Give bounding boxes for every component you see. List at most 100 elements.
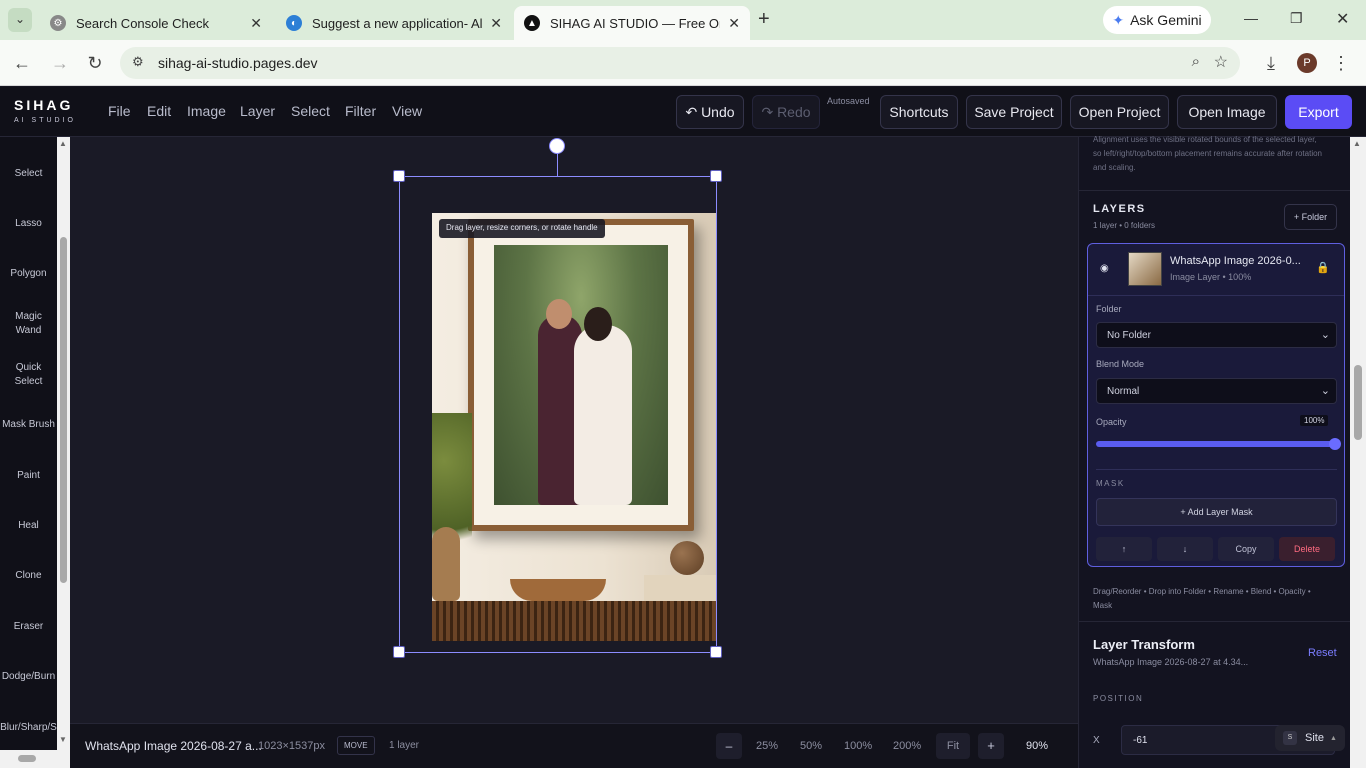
browser-tab-strip: ⌄ ⚙ Search Console Check ✕ ◐ Suggest a n… <box>0 0 1366 40</box>
resize-handle-tr[interactable] <box>710 170 722 182</box>
close-window-icon[interactable]: ✕ <box>1336 9 1349 29</box>
scroll-up-arrow-icon[interactable]: ▲ <box>59 139 67 148</box>
transform-layer-name: WhatsApp Image 2026-08-27 at 4.34... <box>1093 657 1249 667</box>
menu-filter[interactable]: Filter <box>345 103 376 119</box>
tool-lasso[interactable]: Lasso <box>0 217 57 231</box>
tool-polygon[interactable]: Polygon <box>0 267 57 281</box>
layer-meta: Image Layer • 100% <box>1170 272 1252 282</box>
layer-item[interactable]: ◉ WhatsApp Image 2026-0... Image Layer •… <box>1087 243 1345 567</box>
forward-arrow-icon[interactable]: → <box>48 51 72 75</box>
tab-sihag-studio[interactable]: ▲ SIHAG AI STUDIO — Free Online ✕ <box>514 6 750 40</box>
open-project-button[interactable]: Open Project <box>1070 95 1169 129</box>
align-note: Alignment uses the visible rotated bound… <box>1093 135 1323 172</box>
hscroll-thumb[interactable] <box>18 755 36 762</box>
new-tab-icon[interactable]: + <box>758 8 770 31</box>
zoom-100-button[interactable]: 100% <box>844 740 872 752</box>
minimize-icon[interactable]: — <box>1244 10 1258 26</box>
menu-view[interactable]: View <box>392 103 422 119</box>
add-folder-button[interactable]: + Folder <box>1284 204 1337 230</box>
profile-avatar[interactable]: P <box>1297 53 1317 73</box>
ask-gemini-button[interactable]: ✦ Ask Gemini <box>1103 6 1211 34</box>
blend-select[interactable]: Normal ⌄ <box>1096 378 1337 404</box>
zoom-out-button[interactable]: – <box>716 733 742 759</box>
transform-reset-button[interactable]: Reset <box>1308 647 1337 659</box>
reload-icon[interactable]: ↻ <box>83 51 107 75</box>
canvas-area[interactable]: Drag layer, resize corners, or rotate ha… <box>70 137 1078 723</box>
rotate-handle[interactable] <box>549 138 565 154</box>
move-layer-up-button[interactable]: ↑ <box>1096 537 1152 561</box>
tab-search-console[interactable]: ⚙ Search Console Check ✕ <box>40 6 272 40</box>
kebab-menu-icon[interactable]: ⋮ <box>1329 51 1353 75</box>
tool-select[interactable]: Select <box>0 167 57 181</box>
menu-layer[interactable]: Layer <box>240 103 275 119</box>
scroll-thumb[interactable] <box>60 237 67 583</box>
scroll-thumb[interactable] <box>1354 365 1362 440</box>
tool-hscrollbar[interactable] <box>0 750 70 768</box>
bookmark-star-icon[interactable]: ☆ <box>1214 52 1228 72</box>
tool-scrollbar[interactable]: ▲ ▼ <box>57 137 70 750</box>
menu-file[interactable]: File <box>108 103 131 119</box>
site-widget[interactable]: S Site ▲ <box>1275 725 1345 751</box>
tool-blur-sharp[interactable]: Blur/Sharp/S <box>0 721 57 735</box>
delete-layer-button[interactable]: Delete <box>1279 537 1335 561</box>
folder-value: No Folder <box>1107 330 1151 341</box>
menu-image[interactable]: Image <box>187 103 226 119</box>
layers-title: LAYERS <box>1093 203 1146 215</box>
shortcuts-button[interactable]: Shortcuts <box>880 95 958 129</box>
zoom-in-button[interactable]: + <box>978 733 1004 759</box>
folder-select[interactable]: No Folder ⌄ <box>1096 322 1337 348</box>
undo-button[interactable]: ↶ Undo <box>676 95 744 129</box>
layer-name[interactable]: WhatsApp Image 2026-0... <box>1170 255 1301 267</box>
lock-icon[interactable]: 🔒 <box>1316 261 1330 274</box>
app-logo-sub: AI STUDIO <box>14 117 77 124</box>
app-header: SIHAG AI STUDIO File Edit Image Layer Se… <box>0 87 1366 137</box>
tab-suggest-app[interactable]: ◐ Suggest a new application- Alte ✕ <box>276 6 512 40</box>
scroll-up-arrow-icon[interactable]: ▲ <box>1353 139 1361 148</box>
x-value: -61 <box>1133 735 1148 746</box>
divider <box>1079 190 1351 191</box>
address-bar[interactable]: ⚙ sihag-ai-studio.pages.dev ⌕ ☆ <box>120 47 1240 79</box>
tool-mask-brush[interactable]: Mask Brush <box>0 418 57 432</box>
tool-paint[interactable]: Paint <box>0 469 57 483</box>
status-filename: WhatsApp Image 2026-08-27 a... <box>85 739 262 753</box>
tab-list-button[interactable]: ⌄ <box>8 8 32 32</box>
menu-select[interactable]: Select <box>291 103 330 119</box>
close-tab-icon[interactable]: ✕ <box>728 15 740 32</box>
zoom-fit-button[interactable]: Fit <box>936 733 970 759</box>
tool-heal[interactable]: Heal <box>0 519 57 533</box>
layer-thumbnail <box>1128 252 1162 286</box>
tool-magic-wand[interactable]: Magic Wand <box>0 310 57 338</box>
resize-handle-bl[interactable] <box>393 646 405 658</box>
resize-handle-tl[interactable] <box>393 170 405 182</box>
move-layer-down-button[interactable]: ↓ <box>1157 537 1213 561</box>
close-tab-icon[interactable]: ✕ <box>250 15 262 32</box>
download-icon[interactable]: ⤓ <box>1259 51 1283 75</box>
site-info-icon[interactable]: ⚙ <box>132 54 144 70</box>
zoom-icon[interactable]: ⌕ <box>1192 53 1200 70</box>
copy-layer-button[interactable]: Copy <box>1218 537 1274 561</box>
eye-icon[interactable]: ◉ <box>1100 263 1109 274</box>
panel-scrollbar[interactable]: ▲ <box>1350 137 1366 768</box>
close-tab-icon[interactable]: ✕ <box>490 15 502 32</box>
menu-edit[interactable]: Edit <box>147 103 171 119</box>
redo-button[interactable]: ↷ Redo <box>752 95 820 129</box>
layers-help-text: Drag/Reorder • Drop into Folder • Rename… <box>1093 587 1311 610</box>
opacity-slider[interactable] <box>1096 438 1341 450</box>
tab-title: Search Console Check <box>76 15 209 31</box>
save-project-button[interactable]: Save Project <box>966 95 1062 129</box>
resize-handle-br[interactable] <box>710 646 722 658</box>
scroll-down-arrow-icon[interactable]: ▼ <box>59 735 67 744</box>
restore-icon[interactable]: ❐ <box>1290 10 1303 27</box>
zoom-50-button[interactable]: 50% <box>800 740 822 752</box>
zoom-200-button[interactable]: 200% <box>893 740 921 752</box>
opacity-slider-thumb[interactable] <box>1329 438 1341 450</box>
tool-eraser[interactable]: Eraser <box>0 620 57 634</box>
tool-dodge-burn[interactable]: Dodge/Burn <box>0 670 57 684</box>
zoom-25-button[interactable]: 25% <box>756 740 778 752</box>
back-arrow-icon[interactable]: ← <box>10 51 34 75</box>
open-image-button[interactable]: Open Image <box>1177 95 1277 129</box>
tool-quick-select[interactable]: Quick Select <box>0 361 57 389</box>
tool-clone[interactable]: Clone <box>0 569 57 583</box>
add-layer-mask-button[interactable]: + Add Layer Mask <box>1096 498 1337 526</box>
export-button[interactable]: Export <box>1285 95 1352 129</box>
